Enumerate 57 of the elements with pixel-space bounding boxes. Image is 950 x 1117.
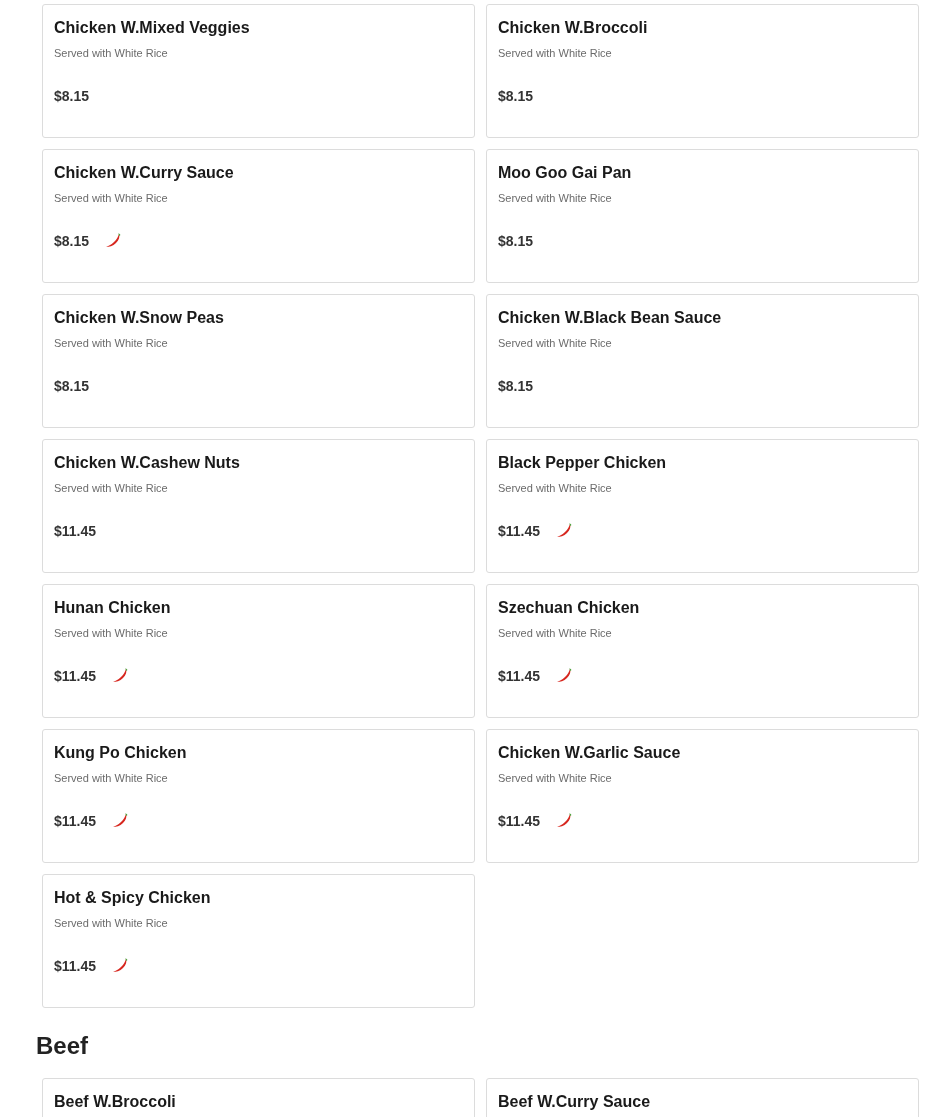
- item-name: Black Pepper Chicken: [498, 453, 668, 473]
- item-name: Hunan Chicken: [54, 598, 172, 618]
- menu-item-card[interactable]: Szechuan Chicken Served with White Rice $11.45: [486, 584, 919, 718]
- item-description: Served with White Rice: [54, 916, 169, 930]
- item-description: Served with White Rice: [54, 46, 169, 60]
- item-price: $8.15: [54, 231, 90, 251]
- menu-item-card[interactable]: Chicken W.Curry Sauce Served with White Rice $8.15: [42, 149, 475, 283]
- item-description: Served with White Rice: [54, 336, 169, 350]
- item-description: Served with White Rice: [498, 46, 613, 60]
- item-name: Kung Po Chicken: [54, 743, 188, 763]
- item-name: Chicken W.Cashew Nuts: [54, 453, 241, 473]
- item-description: Served with White Rice: [54, 481, 169, 495]
- item-price: $11.45: [54, 811, 97, 831]
- item-name: Chicken W.Curry Sauce: [54, 163, 235, 183]
- menu-item-card[interactable]: Black Pepper Chicken Served with White Rice $11.45: [486, 439, 919, 573]
- item-price: $11.45: [54, 666, 97, 686]
- item-name: Chicken W.Broccoli: [498, 18, 649, 38]
- item-name: Chicken W.Black Bean Sauce: [498, 308, 723, 328]
- item-price: $8.15: [54, 86, 90, 106]
- item-description: Served with White Rice: [498, 481, 613, 495]
- item-price: $8.15: [54, 376, 90, 396]
- menu-item-card[interactable]: Beef W.Curry Sauce: [486, 1078, 919, 1117]
- item-description: Served with White Rice: [54, 191, 169, 205]
- item-price: $8.15: [498, 86, 534, 106]
- item-name: Moo Goo Gai Pan: [498, 163, 633, 183]
- item-name: Beef W.Broccoli: [54, 1092, 177, 1112]
- item-description: Served with White Rice: [54, 626, 169, 640]
- menu-item-card[interactable]: Chicken W.Cashew Nuts Served with White Rice $11.45: [42, 439, 475, 573]
- menu-item-card[interactable]: Hunan Chicken Served with White Rice $11.45: [42, 584, 475, 718]
- item-price: $8.15: [498, 376, 534, 396]
- item-description: Served with White Rice: [498, 336, 613, 350]
- item-name: Chicken W.Snow Peas: [54, 308, 225, 328]
- item-name: Beef W.Curry Sauce: [498, 1092, 652, 1112]
- item-price: $11.45: [54, 521, 97, 541]
- item-price: $8.15: [498, 231, 534, 251]
- item-description: Served with White Rice: [498, 771, 613, 785]
- menu-item-card[interactable]: Chicken W.Broccoli Served with White Rice $8.15: [486, 4, 919, 138]
- menu-item-card[interactable]: Hot & Spicy Chicken Served with White Rice $11.45: [42, 874, 475, 1008]
- section-heading: Beef: [36, 1031, 90, 1061]
- item-name: Szechuan Chicken: [498, 598, 641, 618]
- item-price: $11.45: [498, 666, 541, 686]
- item-price: $11.45: [54, 956, 97, 976]
- item-name: Chicken W.Garlic Sauce: [498, 743, 682, 763]
- item-description: Served with White Rice: [498, 191, 613, 205]
- menu-item-card[interactable]: Chicken W.Garlic Sauce Served with White Rice $11.45: [486, 729, 919, 863]
- item-price: $11.45: [498, 521, 541, 541]
- menu-item-card[interactable]: Beef W.Broccoli: [42, 1078, 475, 1117]
- item-price: $11.45: [498, 811, 541, 831]
- menu-item-card[interactable]: Chicken W.Mixed Veggies Served with White Rice $8.15: [42, 4, 475, 138]
- menu-item-card[interactable]: Chicken W.Black Bean Sauce Served with White Rice $8.15: [486, 294, 919, 428]
- menu-item-card[interactable]: Moo Goo Gai Pan Served with White Rice $8.15: [486, 149, 919, 283]
- item-name: Hot & Spicy Chicken: [54, 888, 212, 908]
- item-description: Served with White Rice: [498, 626, 613, 640]
- item-name: Chicken W.Mixed Veggies: [54, 18, 251, 38]
- item-description: Served with White Rice: [54, 771, 169, 785]
- menu-item-card[interactable]: Kung Po Chicken Served with White Rice $11.45: [42, 729, 475, 863]
- menu-item-card[interactable]: Chicken W.Snow Peas Served with White Rice $8.15: [42, 294, 475, 428]
